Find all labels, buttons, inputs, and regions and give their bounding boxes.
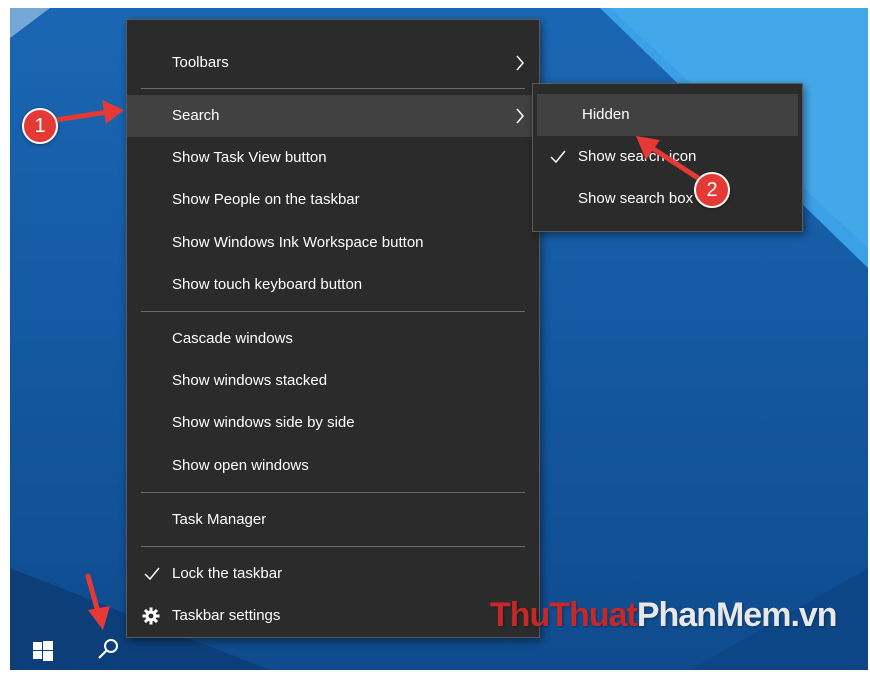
- desktop-background: Toolbars Search Show Task View button Sh…: [10, 8, 868, 670]
- annotation-arrows: [52, 100, 701, 630]
- watermark-part: PhanMem: [636, 596, 792, 634]
- watermark-part: ThuThuat: [490, 596, 638, 634]
- arrow-to-search-icon: [85, 573, 110, 630]
- annotation-badge-2: 2: [694, 172, 730, 208]
- annotation-badge-1: 1: [22, 108, 58, 144]
- watermark-logo: ThuThuatPhanMem.vn: [490, 596, 838, 635]
- arrow-to-hidden: [636, 136, 701, 181]
- watermark-part: .vn: [790, 596, 837, 634]
- arrow-to-search: [52, 100, 124, 124]
